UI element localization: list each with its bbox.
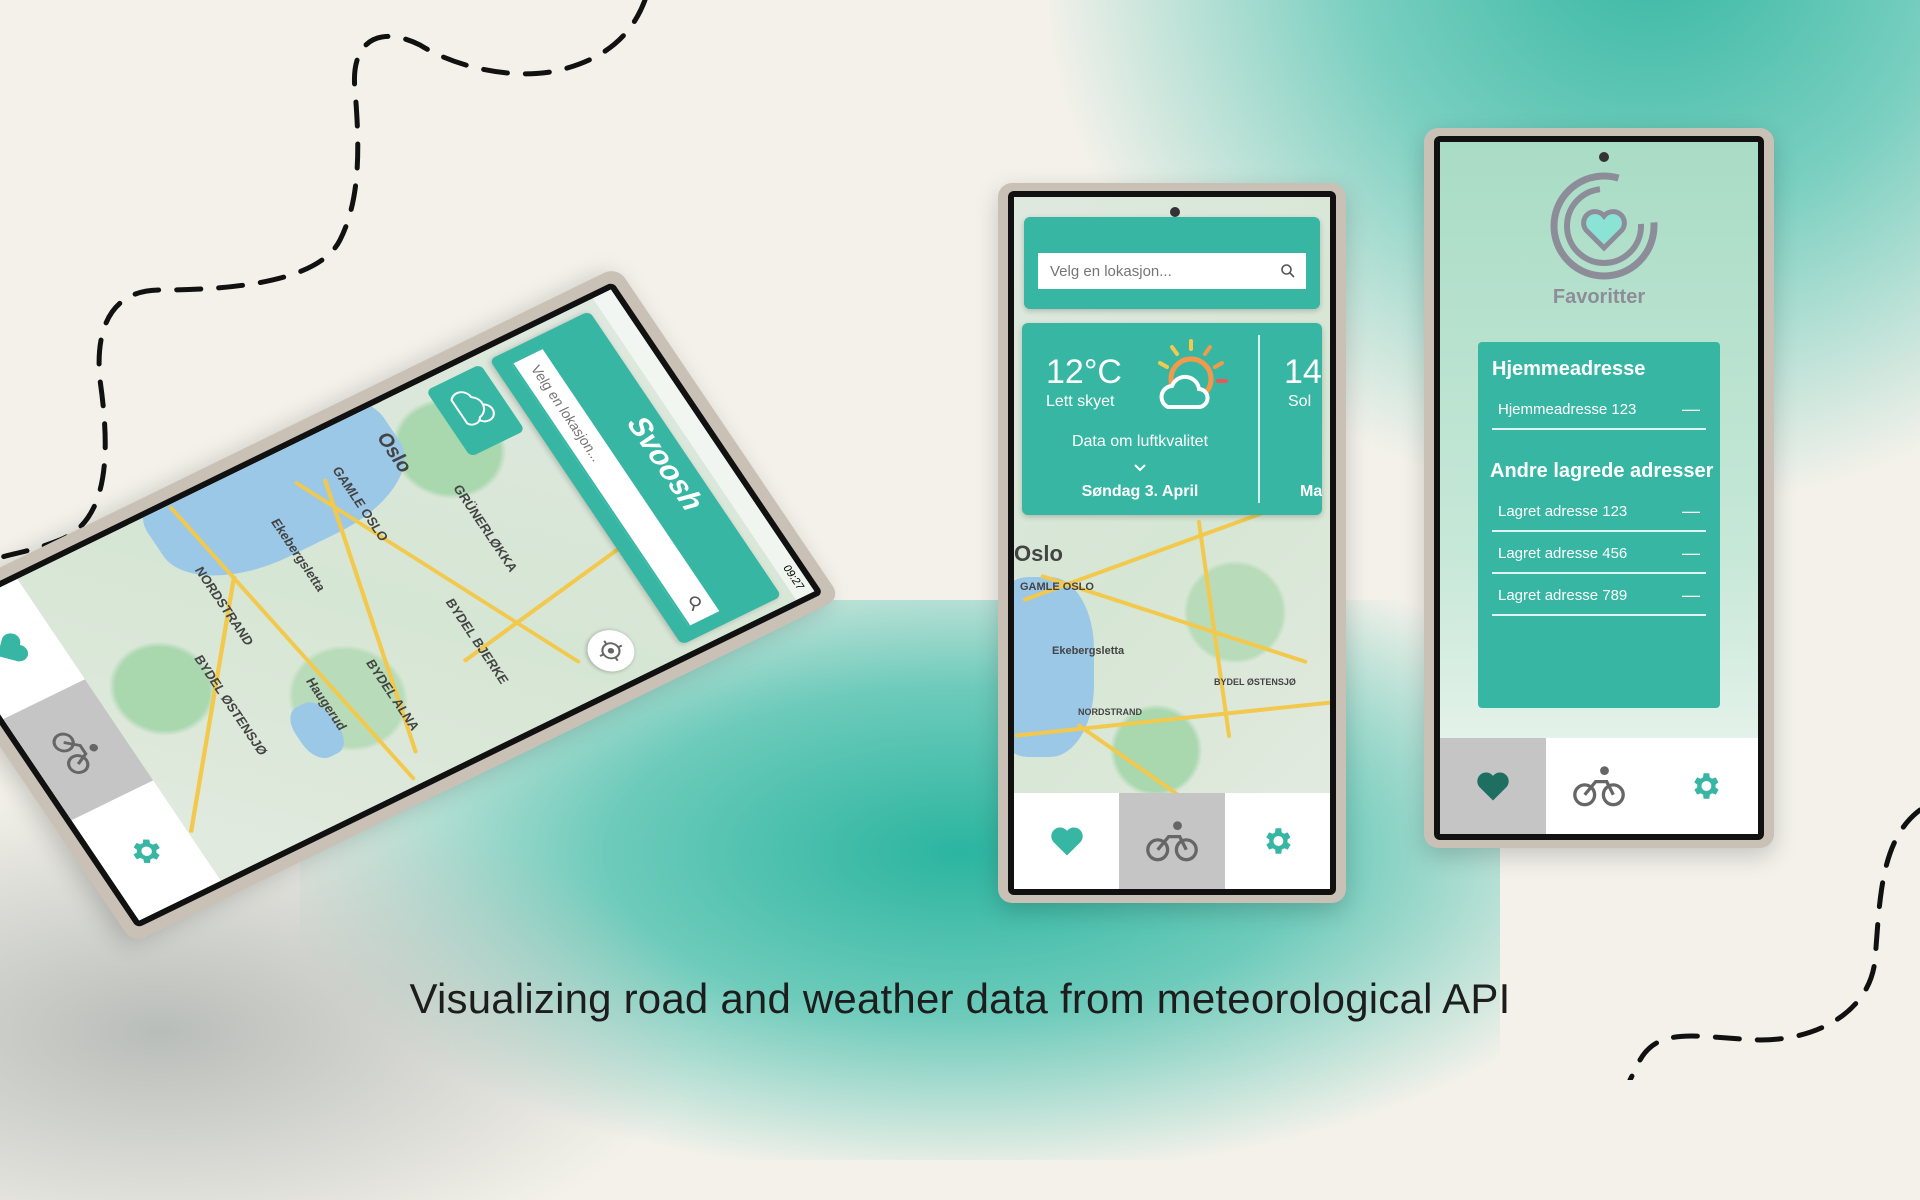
condition-next: Sol [1288, 393, 1312, 410]
heart-icon [1477, 772, 1509, 801]
caption: Visualizing road and weather data from m… [409, 975, 1511, 1022]
map-label: Ekebergsletta [1052, 645, 1125, 657]
partly-cloudy-icon [1158, 339, 1228, 409]
nav-settings[interactable] [1225, 793, 1330, 889]
search-icon[interactable] [1280, 263, 1296, 279]
search-input[interactable] [1048, 261, 1280, 281]
address-label: Hjemmeadresse 123 [1498, 400, 1637, 418]
temperature-next: 14 [1284, 353, 1322, 391]
condition-today: Lett skyet [1046, 393, 1115, 410]
forecast-divider [1258, 335, 1260, 503]
phone-screen: Oslo GAMLE OSLO Ekebergsletta BYDEL ØSTE… [1008, 191, 1336, 895]
temperature-today: 12°C [1046, 353, 1122, 391]
map-label: GAMLE OSLO [1020, 581, 1094, 593]
location-target-icon [599, 640, 623, 662]
gear-icon [1266, 828, 1291, 854]
saved-address-item[interactable]: Lagret adresse 123 — [1492, 492, 1706, 532]
remove-address-button[interactable]: — [1682, 585, 1700, 606]
favorites-panel: Hjemmeadresse Hjemmeadresse 123 — Andre … [1478, 342, 1720, 708]
search-bar[interactable] [1038, 253, 1306, 291]
air-quality-label[interactable]: Data om luftkvalitet [1022, 433, 1258, 451]
address-label: Lagret adresse 789 [1498, 586, 1628, 604]
nav-favorites[interactable] [1014, 793, 1119, 889]
address-label: Lagret adresse 123 [1498, 502, 1628, 520]
map-label: BYDEL ALNA [362, 657, 423, 733]
chevron-down-icon[interactable] [1132, 463, 1148, 473]
remove-address-button[interactable]: — [1682, 399, 1700, 420]
bottom-navbar [1014, 793, 1330, 889]
map-label: GRÜNERLØKKA [450, 482, 521, 575]
gear-icon [133, 839, 160, 864]
address-label: Lagret adresse 456 [1498, 544, 1628, 562]
front-camera [1170, 207, 1180, 217]
search-card [1024, 217, 1320, 309]
map-label: NORDSTRAND [1078, 707, 1142, 717]
map-label: Oslo [1014, 541, 1063, 566]
heart-icon [0, 633, 28, 662]
saved-addresses-heading: Andre lagrede adresser [1490, 460, 1714, 482]
bicycle-icon [1146, 821, 1198, 862]
phone-screen: Favoritter Hjemmeadresse Hjemmeadresse 1… [1434, 136, 1764, 840]
map-label: BYDEL ØSTENSJØ [1214, 677, 1296, 687]
date-today: Søndag 3. April [1081, 483, 1199, 500]
nav-cycling[interactable] [1546, 738, 1652, 834]
remove-address-button[interactable]: — [1682, 501, 1700, 522]
bicycle-icon [1573, 766, 1625, 807]
bottom-navbar [1440, 738, 1758, 834]
heart-icon [1050, 827, 1083, 856]
saved-address-item[interactable]: Lagret adresse 456 — [1492, 534, 1706, 574]
phone-mockup-weather: Oslo GAMLE OSLO Ekebergsletta BYDEL ØSTE… [998, 183, 1346, 903]
weather-forecast-card[interactable]: 12°C Lett skyet Data om luftkvalitet Søn… [1022, 323, 1322, 515]
saved-address-item[interactable]: Lagret adresse 789 — [1492, 576, 1706, 616]
phone-mockup-favorites: Favoritter Hjemmeadresse Hjemmeadresse 1… [1424, 128, 1774, 848]
front-camera [1599, 152, 1609, 162]
bicycle-icon [52, 732, 98, 774]
date-next: Ma [1300, 483, 1322, 500]
nav-settings[interactable] [1652, 738, 1758, 834]
home-address-item[interactable]: Hjemmeadresse 123 — [1492, 390, 1706, 430]
page-title: Favoritter [1552, 286, 1646, 308]
nav-cycling[interactable] [1119, 793, 1225, 889]
nav-favorites[interactable] [1440, 738, 1546, 834]
remove-address-button[interactable]: — [1682, 543, 1700, 564]
gear-icon [1694, 773, 1719, 799]
home-address-heading: Hjemmeadresse [1492, 358, 1646, 380]
favorites-heart-emblem-icon [1550, 172, 1658, 280]
